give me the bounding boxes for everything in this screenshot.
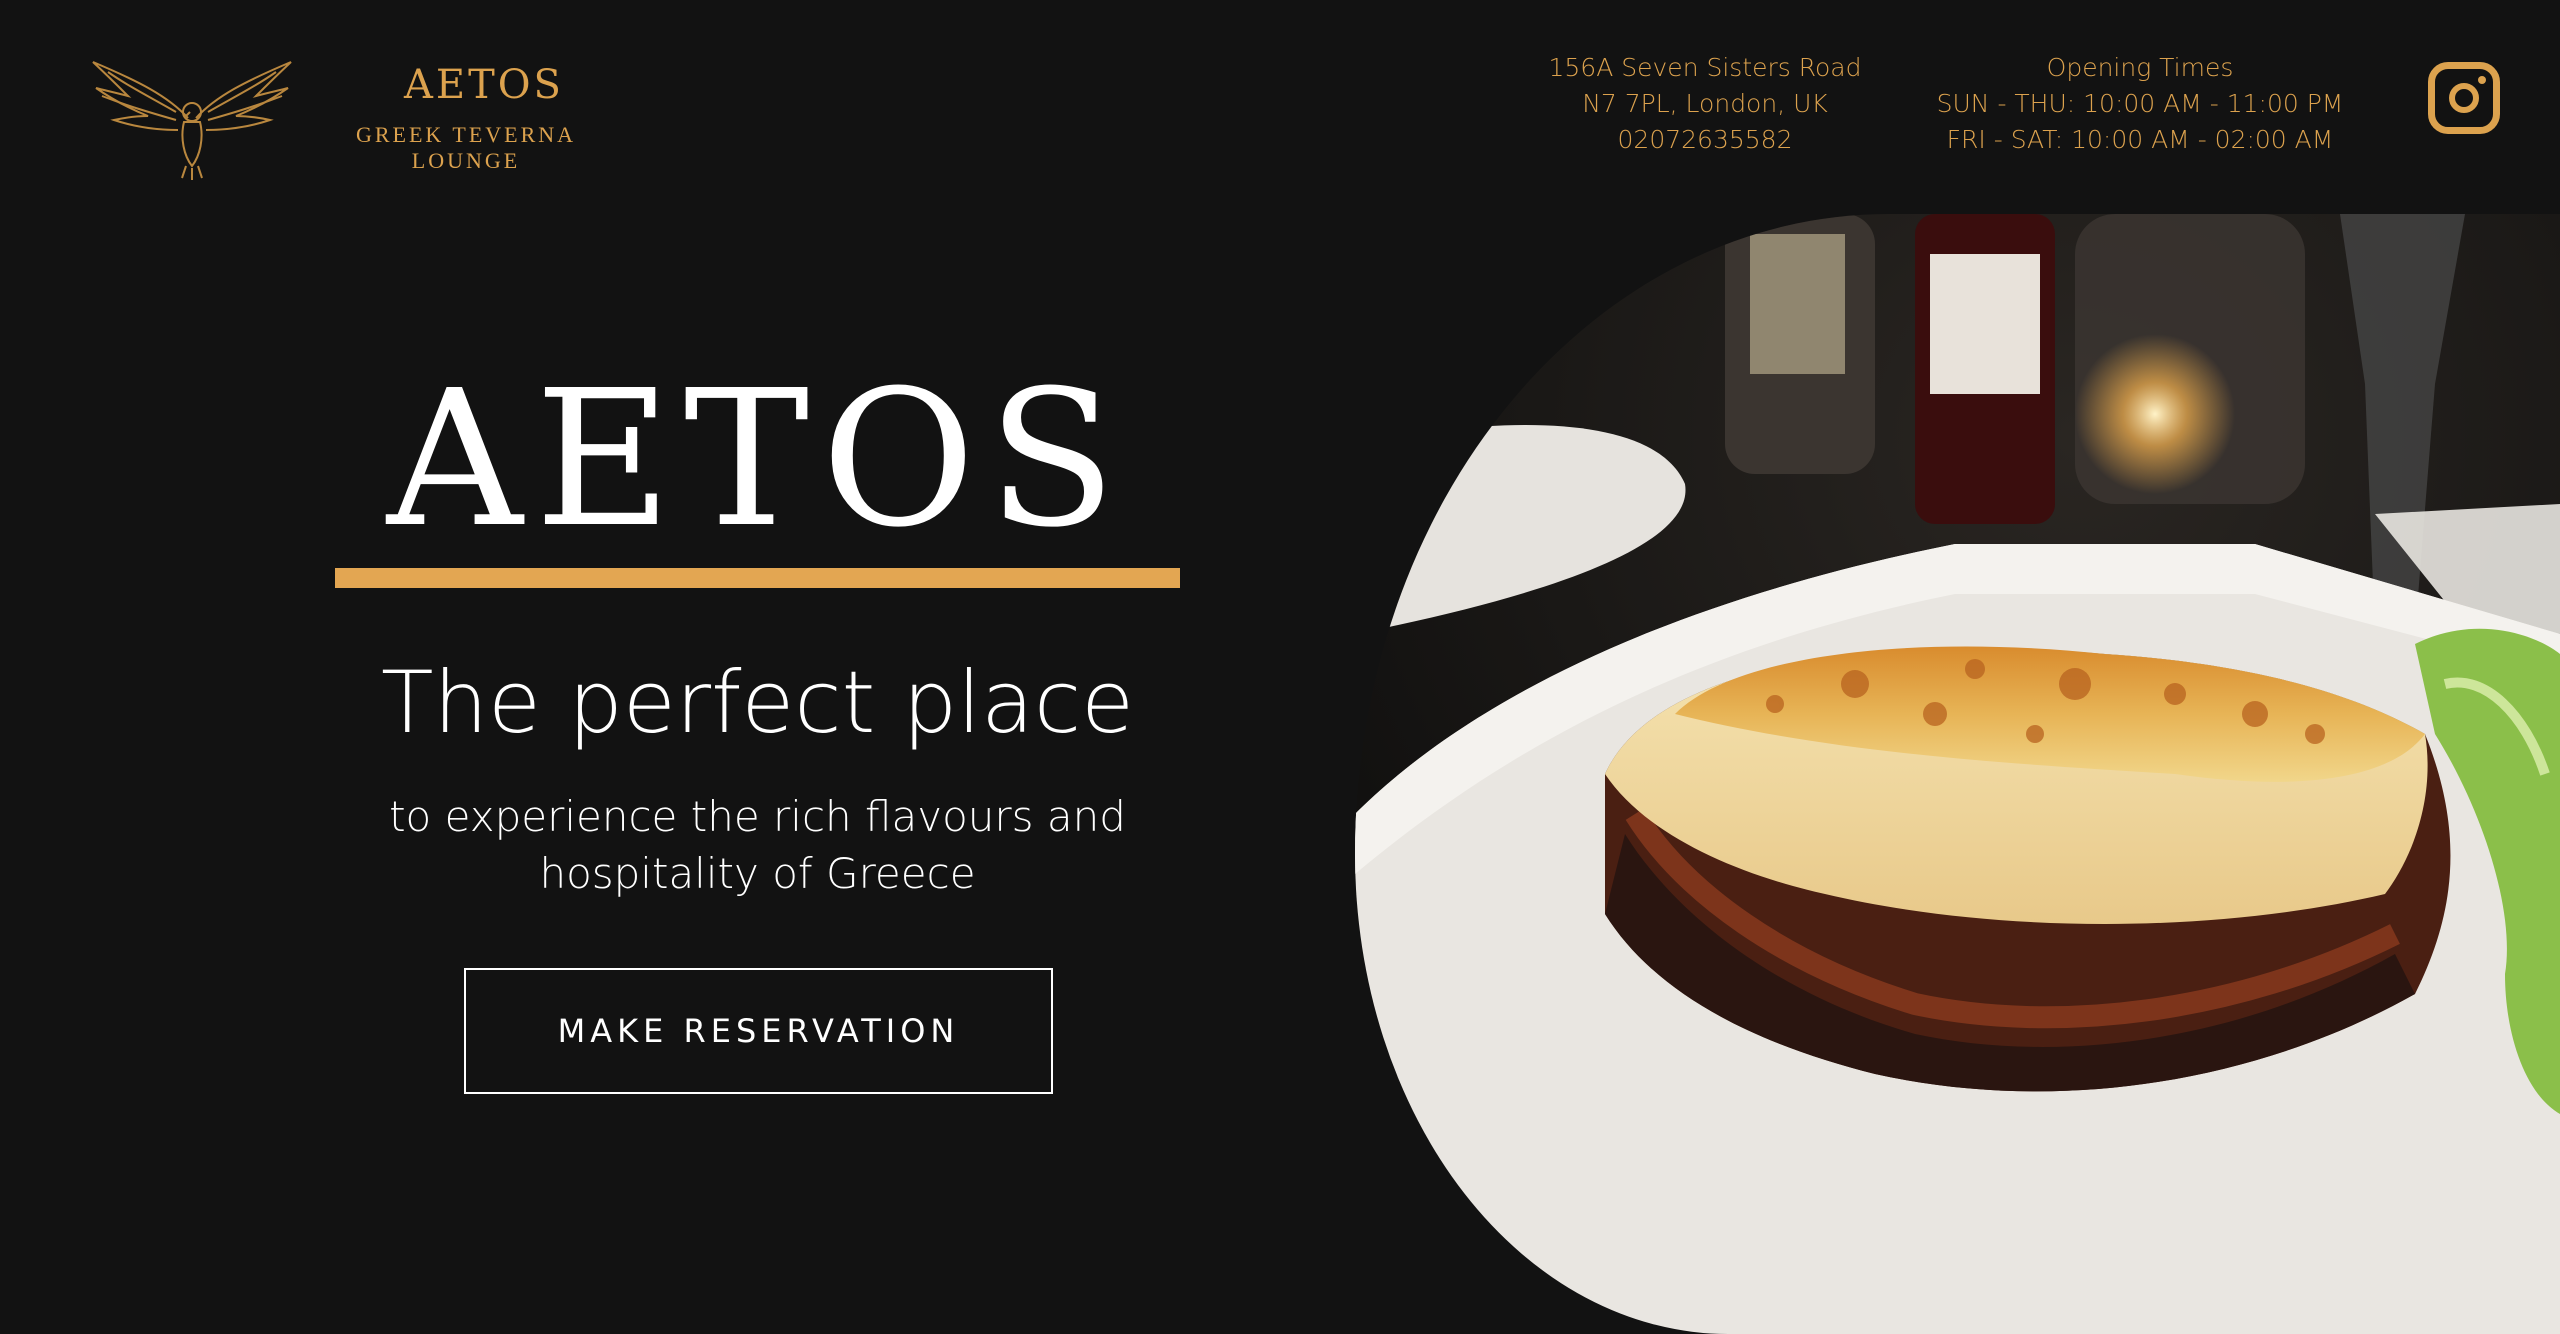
- opening-times-title: Opening Times: [2046, 53, 2234, 82]
- brand-logo[interactable]: AETOS GREEK TEVERNA LOUNGE: [88, 56, 573, 186]
- address-line1: 156A Seven Sisters Road: [1548, 53, 1862, 82]
- logo-subtitle-line2: LOUNGE: [411, 148, 521, 173]
- hero-title: AETOS: [386, 350, 1129, 569]
- address-block: 156A Seven Sisters Road N7 7PL, London, …: [1535, 50, 1875, 158]
- address-line2: N7 7PL, London, UK: [1582, 89, 1828, 118]
- logo-subtitle-line1: GREEK TEVERNA: [355, 122, 577, 147]
- opening-times-line2: FRI - SAT: 10:00 AM - 02:00 AM: [1946, 125, 2334, 154]
- hero-food-image: [1355, 214, 2560, 1334]
- hero-tagline: The perfect place: [380, 653, 1135, 753]
- eagle-logo-icon: [88, 56, 296, 182]
- opening-times-line1: SUN - THU: 10:00 AM - 11:00 PM: [1936, 89, 2344, 118]
- instagram-icon[interactable]: [2428, 62, 2500, 134]
- hero-description-line1: to experience the rich flavours and: [389, 792, 1126, 841]
- phone-number[interactable]: 02072635582: [1535, 122, 1875, 158]
- instagram-dot: [2478, 76, 2486, 84]
- instagram-lens: [2449, 83, 2479, 113]
- opening-times-block: Opening Times SUN - THU: 10:00 AM - 11:0…: [1910, 50, 2370, 158]
- hero-description-line2: hospitality of Greece: [539, 849, 976, 898]
- make-reservation-button[interactable]: MAKE RESERVATION: [464, 968, 1053, 1094]
- logo-subtitle: GREEK TEVERNA LOUNGE: [316, 122, 616, 174]
- hero-title-underline: [335, 568, 1180, 588]
- logo-name: AETOS: [404, 62, 564, 108]
- hero-description: to experience the rich flavours and hosp…: [300, 788, 1215, 902]
